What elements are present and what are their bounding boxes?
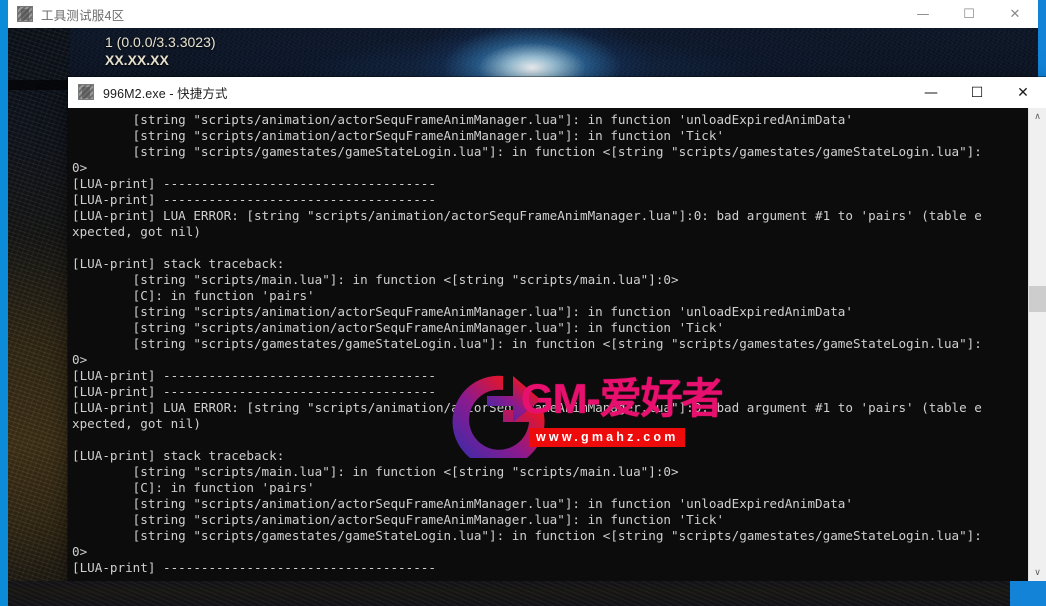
scrollbar-thumb[interactable] <box>1029 286 1046 312</box>
game-scenery-left <box>8 28 70 606</box>
scroll-down-icon[interactable]: ∨ <box>1029 564 1046 581</box>
app-icon <box>17 6 33 22</box>
console-body[interactable]: [string "scripts/animation/actorSequFram… <box>68 108 1046 581</box>
screen-root: 工具测试服4区 — ☐ ✕ 1 (0.0.0/3.3.3023) XX.XX.X… <box>0 0 1046 606</box>
close-icon[interactable]: ✕ <box>1000 78 1046 108</box>
game-window-titlebar[interactable]: 工具测试服4区 — ☐ ✕ <box>8 0 1038 28</box>
console-window[interactable]: 996M2.exe - 快捷方式 — ☐ ✕ [string "scripts/… <box>68 77 1046 581</box>
console-window-title: 996M2.exe - 快捷方式 <box>103 86 228 101</box>
console-scrollbar[interactable]: ∧ ∨ <box>1028 108 1046 581</box>
console-titlebar[interactable]: 996M2.exe - 快捷方式 — ☐ ✕ <box>68 77 1046 108</box>
minimize-icon[interactable]: — <box>900 0 946 28</box>
console-output[interactable]: [string "scripts/animation/actorSequFram… <box>68 108 1028 581</box>
game-ip-text: XX.XX.XX <box>105 51 169 68</box>
scroll-up-icon[interactable]: ∧ <box>1029 108 1046 125</box>
console-window-controls: — ☐ ✕ <box>908 78 1046 106</box>
maximize-icon[interactable]: ☐ <box>946 0 992 28</box>
minimize-icon[interactable]: — <box>908 78 954 108</box>
game-window-controls: — ☐ ✕ <box>900 0 1038 28</box>
game-version-text: 1 (0.0.0/3.3.3023) <box>105 34 216 50</box>
app-icon <box>78 84 94 100</box>
close-icon[interactable]: ✕ <box>992 0 1038 28</box>
game-viewport-bottom-strip <box>8 581 1038 606</box>
game-window-title: 工具测试服4区 <box>41 8 125 23</box>
game-hud-overlay: 1 (0.0.0/3.3.3023) XX.XX.XX <box>105 34 216 70</box>
desktop-background-bottom-right <box>1010 581 1046 606</box>
maximize-icon[interactable]: ☐ <box>954 78 1000 108</box>
